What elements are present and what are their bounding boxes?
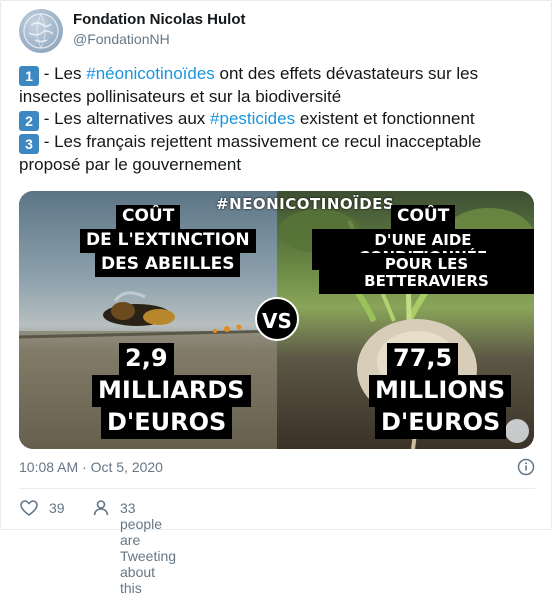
hashtag-link[interactable]: #pesticides xyxy=(210,109,295,128)
tweet-line-3: 2 - Les alternatives aux #pesticides exi… xyxy=(19,108,539,131)
person-icon xyxy=(91,498,111,521)
tweet-text-segment: - Les français rejettent massivement ce … xyxy=(39,132,482,151)
right-unit-2: D'EUROS xyxy=(375,407,507,439)
heart-icon[interactable] xyxy=(19,498,39,521)
tweet-line-2: insectes pollinisateurs et sur la biodiv… xyxy=(19,87,342,106)
globe-logo xyxy=(23,13,59,49)
left-unit-2: D'EUROS xyxy=(101,407,233,439)
right-value: 77,5 xyxy=(387,343,459,375)
left-unit-1: MILLIARDS xyxy=(92,375,251,407)
avatar[interactable] xyxy=(19,9,63,53)
tweet-text-segment: - Les alternatives aux xyxy=(39,109,211,128)
left-title-2: DE L'EXTINCTION xyxy=(80,229,256,253)
tweet-line-1: 1 - Les #néonicotinoïdes ont des effets … xyxy=(19,63,539,86)
hashtag-link[interactable]: #néonicotinoïdes xyxy=(86,64,215,83)
image-hashtag: #NEONICOTINOÏDES xyxy=(216,195,395,213)
tweet-card: Fondation Nicolas Hulot @FondationNH 1 -… xyxy=(0,0,552,596)
author-handle[interactable]: @FondationNH xyxy=(73,31,170,47)
tweet-text-segment: ont des effets dévastateurs sur les xyxy=(214,64,479,83)
tweet-text: 1 - Les #néonicotinoïdes ont des effets … xyxy=(19,63,539,176)
right-title-3: POUR LES BETTERAVIERS xyxy=(319,253,534,294)
left-title-1: COÛT xyxy=(116,205,181,229)
right-title-1: COÛT xyxy=(391,205,456,229)
right-unit-1: MILLIONS xyxy=(369,375,512,407)
keycap-1-icon: 1 xyxy=(19,66,39,86)
keycap-3-icon: 3 xyxy=(19,134,39,154)
tweet-image[interactable]: #NEONICOTINOÏDES COÛT DE L'EXTINCTION DE… xyxy=(19,191,534,449)
tweeting-count[interactable]: 33 people are Tweeting about this xyxy=(120,500,176,596)
left-title-3: DES ABEILLES xyxy=(95,253,241,277)
tweet-text-segment: - Les xyxy=(39,64,87,83)
vs-badge: VS xyxy=(255,297,299,341)
info-circle-icon[interactable] xyxy=(517,458,535,476)
tweet-line-5: proposé par le gouvernement xyxy=(19,155,242,174)
keycap-2-icon: 2 xyxy=(19,111,39,131)
left-value: 2,9 xyxy=(119,343,174,375)
footer-divider xyxy=(19,488,535,489)
like-count[interactable]: 39 xyxy=(49,500,65,516)
tweet-timestamp[interactable]: 10:08 AM · Oct 5, 2020 xyxy=(19,459,163,475)
tweet-line-4: 3 - Les français rejettent massivement c… xyxy=(19,131,539,154)
tweet-text-segment: existent et fonctionnent xyxy=(295,109,475,128)
author-name[interactable]: Fondation Nicolas Hulot xyxy=(73,11,246,28)
